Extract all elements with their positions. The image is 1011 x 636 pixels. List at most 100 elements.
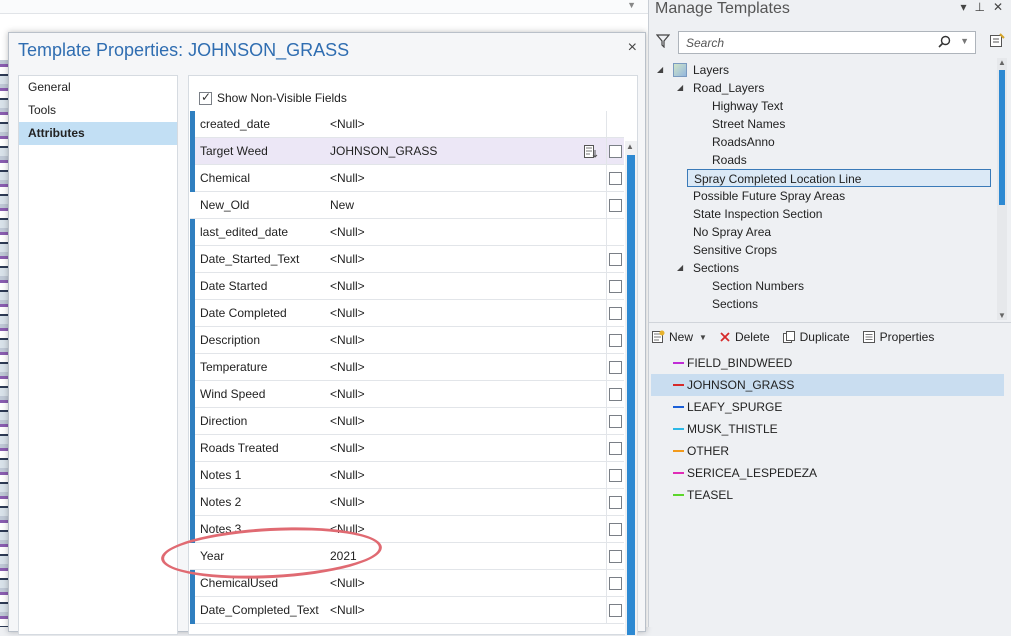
duplicate-button[interactable]: Duplicate: [782, 330, 850, 344]
attribute-row[interactable]: Date Completed <Null>: [190, 300, 624, 327]
field-value[interactable]: JOHNSON_GRASS: [330, 144, 570, 158]
field-value[interactable]: <Null>: [330, 252, 570, 266]
close-icon[interactable]: ×: [628, 39, 637, 57]
field-value[interactable]: <Null>: [330, 414, 570, 428]
tree-item[interactable]: Sections: [712, 295, 758, 313]
field-value[interactable]: <Null>: [330, 441, 570, 455]
new-button[interactable]: New ▼: [651, 330, 707, 344]
row-checkbox[interactable]: [609, 469, 622, 482]
attribute-row[interactable]: Temperature <Null>: [190, 354, 624, 381]
template-item[interactable]: OTHER: [651, 440, 1004, 462]
field-value[interactable]: <Null>: [330, 576, 570, 590]
dropdown-icon[interactable]: ▾: [960, 0, 966, 14]
field-value[interactable]: <Null>: [330, 387, 570, 401]
row-checkbox[interactable]: [609, 145, 622, 158]
show-non-visible-fields[interactable]: Show Non-Visible Fields: [199, 90, 347, 105]
tree-item[interactable]: Spray Completed Location Line: [687, 169, 991, 187]
close-pane-icon[interactable]: ✕: [993, 0, 1003, 14]
row-checkbox[interactable]: [609, 253, 622, 266]
attribute-row[interactable]: Notes 3 <Null>: [190, 516, 624, 543]
attribute-row[interactable]: New_Old New: [190, 192, 624, 219]
row-checkbox[interactable]: [609, 523, 622, 536]
chevron-down-icon[interactable]: ▼: [960, 36, 969, 46]
row-checkbox[interactable]: [609, 199, 622, 212]
template-item[interactable]: MUSK_THISTLE: [651, 418, 1004, 440]
nav-item-tools[interactable]: Tools: [19, 99, 177, 122]
attribute-row[interactable]: Notes 2 <Null>: [190, 489, 624, 516]
expand-triangle-icon[interactable]: ◢: [677, 263, 683, 272]
row-checkbox[interactable]: [609, 388, 622, 401]
row-checkbox[interactable]: [609, 415, 622, 428]
chevron-down-icon[interactable]: ▼: [699, 333, 707, 342]
field-value[interactable]: <Null>: [330, 279, 570, 293]
search-input[interactable]: Search ▼: [678, 31, 976, 54]
tree-item[interactable]: Roads: [712, 151, 747, 169]
scroll-down-icon[interactable]: ▼: [998, 311, 1006, 320]
row-checkbox[interactable]: [609, 442, 622, 455]
attribute-row[interactable]: Date Started <Null>: [190, 273, 624, 300]
tree-item[interactable]: Possible Future Spray Areas: [693, 187, 845, 205]
row-checkbox[interactable]: [609, 280, 622, 293]
tree-item[interactable]: State Inspection Section: [693, 205, 822, 223]
field-value[interactable]: <Null>: [330, 171, 570, 185]
options-icon[interactable]: [989, 33, 1005, 52]
template-item[interactable]: JOHNSON_GRASS: [651, 374, 1004, 396]
tree-item[interactable]: RoadsAnno: [712, 133, 775, 151]
template-item[interactable]: LEAFY_SPURGE: [651, 396, 1004, 418]
field-value[interactable]: 2021: [330, 549, 570, 563]
template-item[interactable]: FIELD_BINDWEED: [651, 352, 1004, 374]
attribute-row[interactable]: last_edited_date <Null>: [190, 219, 624, 246]
field-value[interactable]: <Null>: [330, 495, 570, 509]
scroll-up-icon[interactable]: ▲: [998, 58, 1006, 67]
attribute-row[interactable]: Roads Treated <Null>: [190, 435, 624, 462]
attribute-row[interactable]: Date_Completed_Text <Null>: [190, 597, 624, 624]
nav-item-attributes[interactable]: Attributes: [19, 122, 177, 145]
attribute-row[interactable]: created_date <Null>: [190, 111, 624, 138]
row-checkbox[interactable]: [609, 496, 622, 509]
field-value[interactable]: <Null>: [330, 360, 570, 374]
row-checkbox[interactable]: [609, 604, 622, 617]
show-non-visible-checkbox[interactable]: [199, 90, 212, 105]
tree-item[interactable]: Street Names: [712, 115, 785, 133]
tree-item[interactable]: Section Numbers: [712, 277, 804, 295]
scroll-up-icon[interactable]: ▲: [626, 142, 634, 151]
attribute-row[interactable]: Wind Speed <Null>: [190, 381, 624, 408]
row-checkbox[interactable]: [609, 550, 622, 563]
tree-item[interactable]: Layers: [693, 61, 729, 79]
row-checkbox[interactable]: [609, 334, 622, 347]
pin-icon[interactable]: ⊥: [974, 0, 984, 14]
tree-scrollbar[interactable]: ▲ ▼: [997, 58, 1007, 320]
attribute-row[interactable]: Direction <Null>: [190, 408, 624, 435]
attribute-row[interactable]: Notes 1 <Null>: [190, 462, 624, 489]
field-value[interactable]: <Null>: [330, 333, 570, 347]
field-value[interactable]: <Null>: [330, 468, 570, 482]
expand-triangle-icon[interactable]: ◢: [657, 65, 663, 74]
tree-item[interactable]: Sections: [693, 259, 739, 277]
scrollbar-thumb[interactable]: [627, 155, 635, 635]
row-checkbox[interactable]: [609, 361, 622, 374]
nav-item-general[interactable]: General: [19, 76, 177, 99]
attribute-row[interactable]: Target Weed JOHNSON_GRASS: [190, 138, 624, 165]
tree-item[interactable]: Highway Text: [712, 97, 783, 115]
template-item[interactable]: SERICEA_LESPEDEZA: [651, 462, 1004, 484]
field-value[interactable]: <Null>: [330, 603, 570, 617]
scrollbar-thumb[interactable]: [999, 70, 1005, 205]
tree-item[interactable]: No Spray Area: [693, 223, 771, 241]
field-value[interactable]: <Null>: [330, 522, 570, 536]
template-item[interactable]: TEASEL: [651, 484, 1004, 506]
field-value[interactable]: <Null>: [330, 117, 570, 131]
attribute-row[interactable]: Date_Started_Text <Null>: [190, 246, 624, 273]
attribute-scrollbar[interactable]: ▲: [625, 141, 637, 636]
row-checkbox[interactable]: [609, 172, 622, 185]
field-editor-icon[interactable]: [583, 144, 598, 159]
field-value[interactable]: New: [330, 198, 570, 212]
tree-item[interactable]: Road_Layers: [693, 79, 764, 97]
delete-button[interactable]: Delete: [719, 330, 770, 344]
field-value[interactable]: <Null>: [330, 225, 570, 239]
attribute-row[interactable]: ChemicalUsed <Null>: [190, 570, 624, 597]
field-value[interactable]: <Null>: [330, 306, 570, 320]
attribute-row[interactable]: Chemical <Null>: [190, 165, 624, 192]
scroll-down-icon[interactable]: ▼: [627, 0, 636, 10]
row-checkbox[interactable]: [609, 307, 622, 320]
tree-item[interactable]: Sensitive Crops: [693, 241, 777, 259]
